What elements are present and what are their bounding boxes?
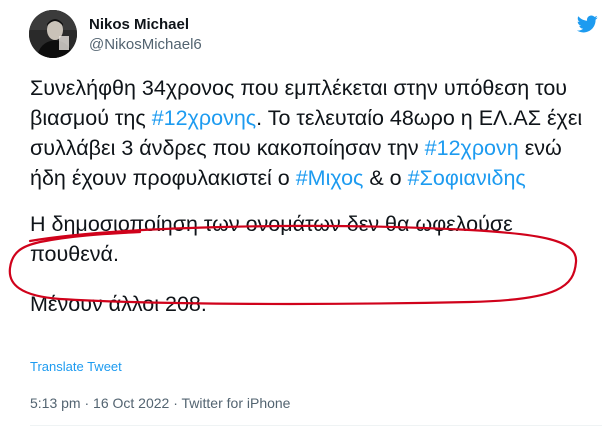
hashtag-link[interactable]: #Σοφιανιδης <box>408 166 526 190</box>
meta-separator: · <box>169 395 182 411</box>
author-handle[interactable]: @NikosMichael6 <box>89 35 202 55</box>
tweet-date[interactable]: 16 Oct 2022 <box>93 395 169 411</box>
tweet-paragraph-highlighted: Η δημοσιοποίηση των ονομάτων δεν θα ωφελ… <box>30 212 513 266</box>
tweet-source[interactable]: Twitter for iPhone <box>182 395 291 411</box>
tweet-card: Nikos Michael @NikosMichael6 Συνελήφθη 3… <box>0 0 612 436</box>
avatar[interactable] <box>29 10 77 58</box>
tweet-metadata: 5:13 pm · 16 Oct 2022 · Twitter for iPho… <box>30 395 290 411</box>
tweet-text: Συνελήφθη 34χρονος που εμπλέκεται στην υ… <box>30 73 600 319</box>
hashtag-link[interactable]: #Μιχος <box>296 166 364 190</box>
hashtag-link[interactable]: #12χρονη <box>425 136 519 160</box>
tweet-paragraph: Μένουν άλλοι 208. <box>30 292 207 316</box>
tweet-text-segment: & ο <box>363 166 408 190</box>
tweet-time[interactable]: 5:13 pm <box>30 395 81 411</box>
twitter-bird-icon[interactable] <box>574 13 600 35</box>
avatar-image <box>29 10 77 58</box>
divider <box>30 425 602 426</box>
meta-separator: · <box>80 395 94 411</box>
tweet-paragraph: Συνελήφθη 34χρονος που εμπλέκεται στην υ… <box>30 73 600 193</box>
hashtag-link[interactable]: #12χρονης <box>152 106 256 130</box>
author-name[interactable]: Nikos Michael <box>89 15 189 35</box>
translate-tweet-link[interactable]: Translate Tweet <box>30 359 122 374</box>
